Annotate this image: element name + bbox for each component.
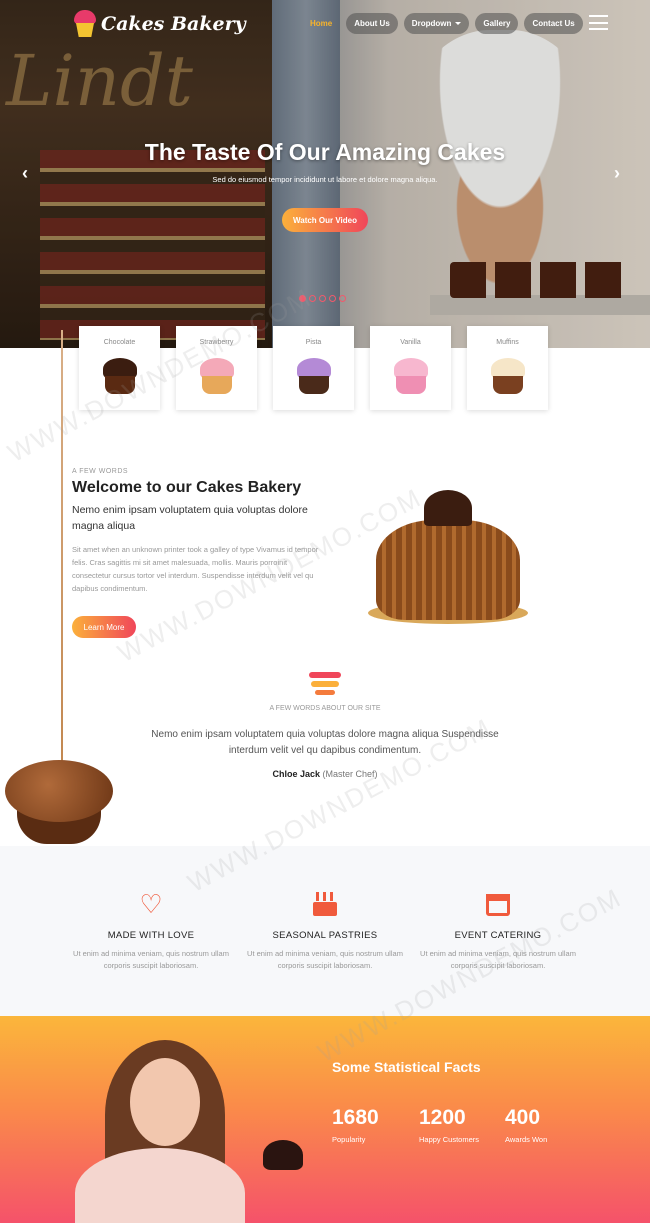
product-card-muffins[interactable]: Muffins <box>467 326 548 410</box>
product-card-pista[interactable]: Pista <box>273 326 354 410</box>
welcome-body: Sit amet when an unknown printer took a … <box>72 545 319 593</box>
pista-cupcake-image <box>293 356 335 396</box>
stat-label: Awards Won <box>505 1135 548 1144</box>
stat-popularity: 1680 Popularity <box>332 1106 379 1144</box>
features-section: ♡ MADE WITH LOVE Ut enim ad minima venia… <box>0 846 650 1016</box>
nav-dropdown[interactable]: Dropdown <box>403 13 470 34</box>
caret-down-icon <box>455 22 462 25</box>
nav-about-us[interactable]: About Us <box>346 13 398 34</box>
product-label: Pista <box>305 339 322 346</box>
hero-title: The Taste Of Our Amazing Cakes <box>144 139 506 165</box>
slider-next-icon[interactable]: › <box>614 164 628 182</box>
nav-home-label: Home <box>310 19 333 28</box>
slider-dot[interactable] <box>319 295 326 302</box>
watch-video-button[interactable]: Watch Our Video <box>282 208 368 232</box>
feature-desc: Ut enim ad minima veniam, quis nostrum u… <box>247 949 403 970</box>
nav-gallery[interactable]: Gallery <box>475 13 519 34</box>
stats-title: Some Statistical Facts <box>332 1059 481 1075</box>
stats-section <box>0 1016 650 1223</box>
main-nav: Home About Us Dropdown Gallery Contact U… <box>302 13 583 34</box>
slider-dot[interactable] <box>299 295 306 302</box>
brand-name: Cakes Bakery <box>101 13 246 35</box>
quote-text: Nemo enim ipsam voluptatem quia voluptas… <box>151 729 499 756</box>
feature-title: EVENT CATERING <box>454 930 542 941</box>
quote-kicker: A FEW WORDS ABOUT OUR SITE <box>269 705 381 712</box>
stat-happy-customers: 1200 Happy Customers <box>419 1106 479 1144</box>
calendar-icon <box>484 890 512 918</box>
stat-value: 400 <box>505 1106 541 1129</box>
feature-made-with-love: ♡ MADE WITH LOVE Ut enim ad minima venia… <box>61 890 241 972</box>
product-label: Chocolate <box>103 339 136 346</box>
woman-with-cupcake-image <box>75 1040 315 1223</box>
welcome-title: Welcome to our Cakes Bakery <box>72 479 302 496</box>
chocolate-cake-image <box>368 490 528 630</box>
product-label: Strawberry <box>199 339 234 346</box>
product-card-vanilla[interactable]: Vanilla <box>370 326 451 410</box>
slider-dot[interactable] <box>309 295 316 302</box>
brand-logo[interactable]: Cakes Bakery <box>73 10 246 38</box>
feature-event-catering: EVENT CATERING Ut enim ad minima veniam,… <box>408 890 588 972</box>
caramel-drip <box>61 330 63 770</box>
chocolate-cake-image <box>99 356 141 396</box>
feature-desc: Ut enim ad minima veniam, quis nostrum u… <box>73 949 229 970</box>
stat-label: Popularity <box>332 1135 366 1144</box>
cake-icon <box>311 890 339 918</box>
product-label: Muffins <box>496 339 519 346</box>
muffin-decoration-image <box>5 760 113 846</box>
feature-title: MADE WITH LOVE <box>107 930 195 941</box>
slider-dot[interactable] <box>339 295 346 302</box>
feature-title: SEASONAL PASTRIES <box>272 930 378 941</box>
strawberry-cake-image <box>196 356 238 396</box>
feature-desc: Ut enim ad minima veniam, quis nostrum u… <box>420 949 576 970</box>
feature-seasonal-pastries: SEASONAL PASTRIES Ut enim ad minima veni… <box>235 890 415 972</box>
heart-icon: ♡ <box>139 889 163 919</box>
muffin-image <box>487 356 529 396</box>
hero-slider: Lindt Cakes Bakery Home About Us Dropdow… <box>0 0 650 348</box>
slider-prev-icon[interactable]: ‹ <box>22 164 36 182</box>
nav-contact-us-label: Contact Us <box>532 19 575 28</box>
nav-dropdown-label: Dropdown <box>411 19 452 28</box>
author-name: Chloe Jack <box>272 769 320 779</box>
product-card-strawberry[interactable]: Strawberry <box>176 326 257 410</box>
hero-subtitle: Sed do eiusmod tempor incididunt ut labo… <box>212 175 438 184</box>
nav-about-us-label: About Us <box>354 19 390 28</box>
nav-gallery-label: Gallery <box>483 19 511 28</box>
product-card-chocolate[interactable]: Chocolate <box>79 326 160 410</box>
welcome-kicker: A FEW WORDS <box>72 468 129 475</box>
product-label: Vanilla <box>400 339 421 346</box>
stat-value: 1680 <box>332 1106 379 1129</box>
author-role: (Master Chef) <box>322 769 378 779</box>
hamburger-menu-icon[interactable] <box>589 15 608 30</box>
learn-more-button[interactable]: Learn More <box>72 616 136 638</box>
stat-label: Happy Customers <box>419 1135 480 1144</box>
stat-value: 1200 <box>419 1106 466 1129</box>
nav-contact-us[interactable]: Contact Us <box>524 13 583 34</box>
welcome-lead: Nemo enim ipsam voluptatem quia voluptas… <box>72 504 308 532</box>
slider-dot[interactable] <box>329 295 336 302</box>
nav-home[interactable]: Home <box>302 13 340 34</box>
stat-awards-won: 400 Awards Won <box>505 1106 547 1144</box>
product-categories: Chocolate Strawberry Pista Vanilla Muffi… <box>79 326 548 410</box>
vanilla-cupcake-image <box>390 356 432 396</box>
slider-dots <box>299 295 346 302</box>
quote-icon <box>309 670 341 696</box>
cupcake-logo-icon <box>73 10 97 38</box>
